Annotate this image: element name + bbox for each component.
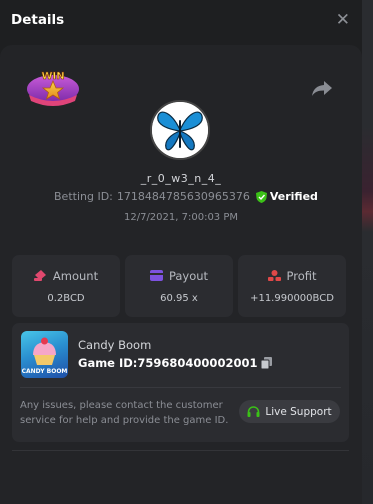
win-badge-text: WIN [41, 71, 64, 82]
coins-icon [267, 270, 281, 281]
betting-id-value: 171848478563096537​6 [116, 190, 250, 203]
game-id-label: Game ID: [78, 356, 138, 370]
stats-row: Amount 0.2BCD Payout 60.95 x Profit +11.… [12, 255, 346, 317]
cash-icon [33, 270, 46, 281]
betting-id-row: Betting ID: 171848478563096537​6 Verifie… [54, 190, 318, 203]
game-card: CANDY BOOM Candy Boom Game ID: 759680400… [12, 323, 349, 442]
game-id-value: 759680400002001 [137, 356, 258, 370]
divider [20, 387, 341, 388]
win-badge-icon: WIN [27, 71, 79, 106]
card-icon [149, 270, 163, 281]
game-thumb-text: CANDY BOOM [22, 368, 68, 375]
stat-amount-label: Amount [52, 268, 99, 283]
details-panel: WIN _r_0_w3_n_4_ Betting ID: 17184847856… [0, 45, 362, 504]
stat-profit: Profit +11.990000BCD [238, 255, 346, 317]
share-icon[interactable] [311, 79, 333, 97]
butterfly-icon [152, 102, 208, 158]
game-thumbnail[interactable]: CANDY BOOM [21, 331, 68, 378]
stat-payout-value: 60.95 x [160, 292, 198, 304]
bet-datetime: 12/7/2021, 7:00:03 PM [123, 212, 239, 223]
verified-badge: Verified [255, 190, 318, 203]
betting-id-label: Betting ID: [54, 190, 113, 203]
copy-icon[interactable] [261, 357, 273, 369]
live-support-button[interactable]: Live Support [239, 400, 340, 423]
live-support-label: Live Support [265, 405, 332, 418]
stat-payout: Payout 60.95 x [125, 255, 233, 317]
cupcake-icon: CANDY BOOM [22, 337, 68, 375]
game-id-row: Game ID: 759680400002001 [78, 356, 273, 370]
avatar [150, 100, 210, 160]
stat-amount-value: 0.2BCD [47, 292, 85, 304]
background-page-strip [361, 0, 373, 504]
close-icon[interactable]: ✕ [336, 11, 350, 29]
verified-label: Verified [269, 190, 318, 203]
modal-header: Details ✕ [0, 0, 362, 40]
modal-title: Details [11, 12, 65, 28]
game-name[interactable]: Candy Boom [78, 338, 151, 352]
stat-payout-label: Payout [168, 268, 209, 283]
support-help-text: Any issues, please contact the customer … [20, 400, 229, 426]
details-modal: Details ✕ WIN _r_0_w3_n_4_ Betting ID: 1… [0, 0, 362, 504]
stat-profit-label: Profit [286, 268, 317, 283]
headset-icon [247, 405, 260, 417]
username: _r_0_w3_n_4_ [140, 172, 222, 185]
shield-check-icon [255, 190, 267, 203]
divider [12, 450, 349, 451]
stat-amount: Amount 0.2BCD [12, 255, 120, 317]
stat-profit-value: +11.990000BCD [250, 292, 334, 304]
